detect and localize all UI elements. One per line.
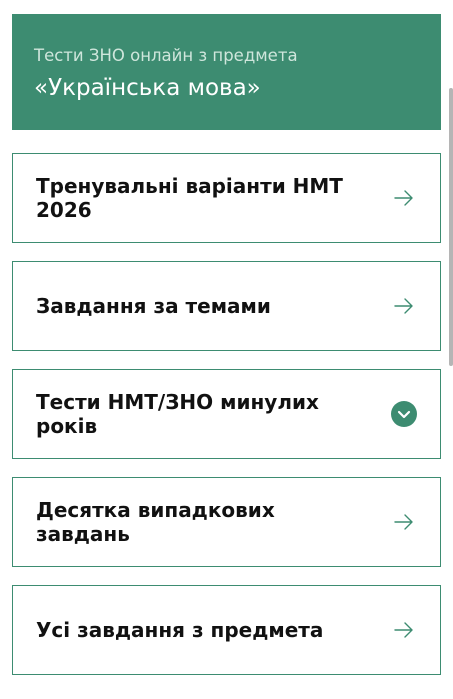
all-tasks-card[interactable]: Усі завдання з предмета: [12, 585, 441, 675]
card-label: Тренувальні варіанти НМТ 2026: [36, 174, 343, 222]
card-label: Усі завдання з предмета: [36, 618, 324, 642]
card-label: Тести НМТ/ЗНО минулих років: [36, 390, 319, 438]
arrow-right-icon: [391, 293, 417, 319]
training-variants-card[interactable]: Тренувальні варіанти НМТ 2026: [12, 153, 441, 243]
subject-header: Тести ЗНО онлайн з предмета «Українська …: [12, 14, 441, 130]
random-ten-card[interactable]: Десятка випадкових завдань: [12, 477, 441, 567]
card-label: Десятка випадкових завдань: [36, 498, 275, 546]
arrow-right-icon: [391, 185, 417, 211]
past-years-tests-card[interactable]: Тести НМТ/ЗНО минулих років: [12, 369, 441, 459]
card-label: Завдання за темами: [36, 294, 271, 318]
header-title: «Українська мова»: [34, 75, 261, 101]
chevron-down-icon[interactable]: [391, 401, 417, 427]
arrow-right-icon: [391, 509, 417, 535]
scrollbar[interactable]: [449, 88, 453, 366]
arrow-right-icon: [391, 617, 417, 643]
topics-card[interactable]: Завдання за темами: [12, 261, 441, 351]
header-subtitle: Тести ЗНО онлайн з предмета: [34, 46, 298, 65]
